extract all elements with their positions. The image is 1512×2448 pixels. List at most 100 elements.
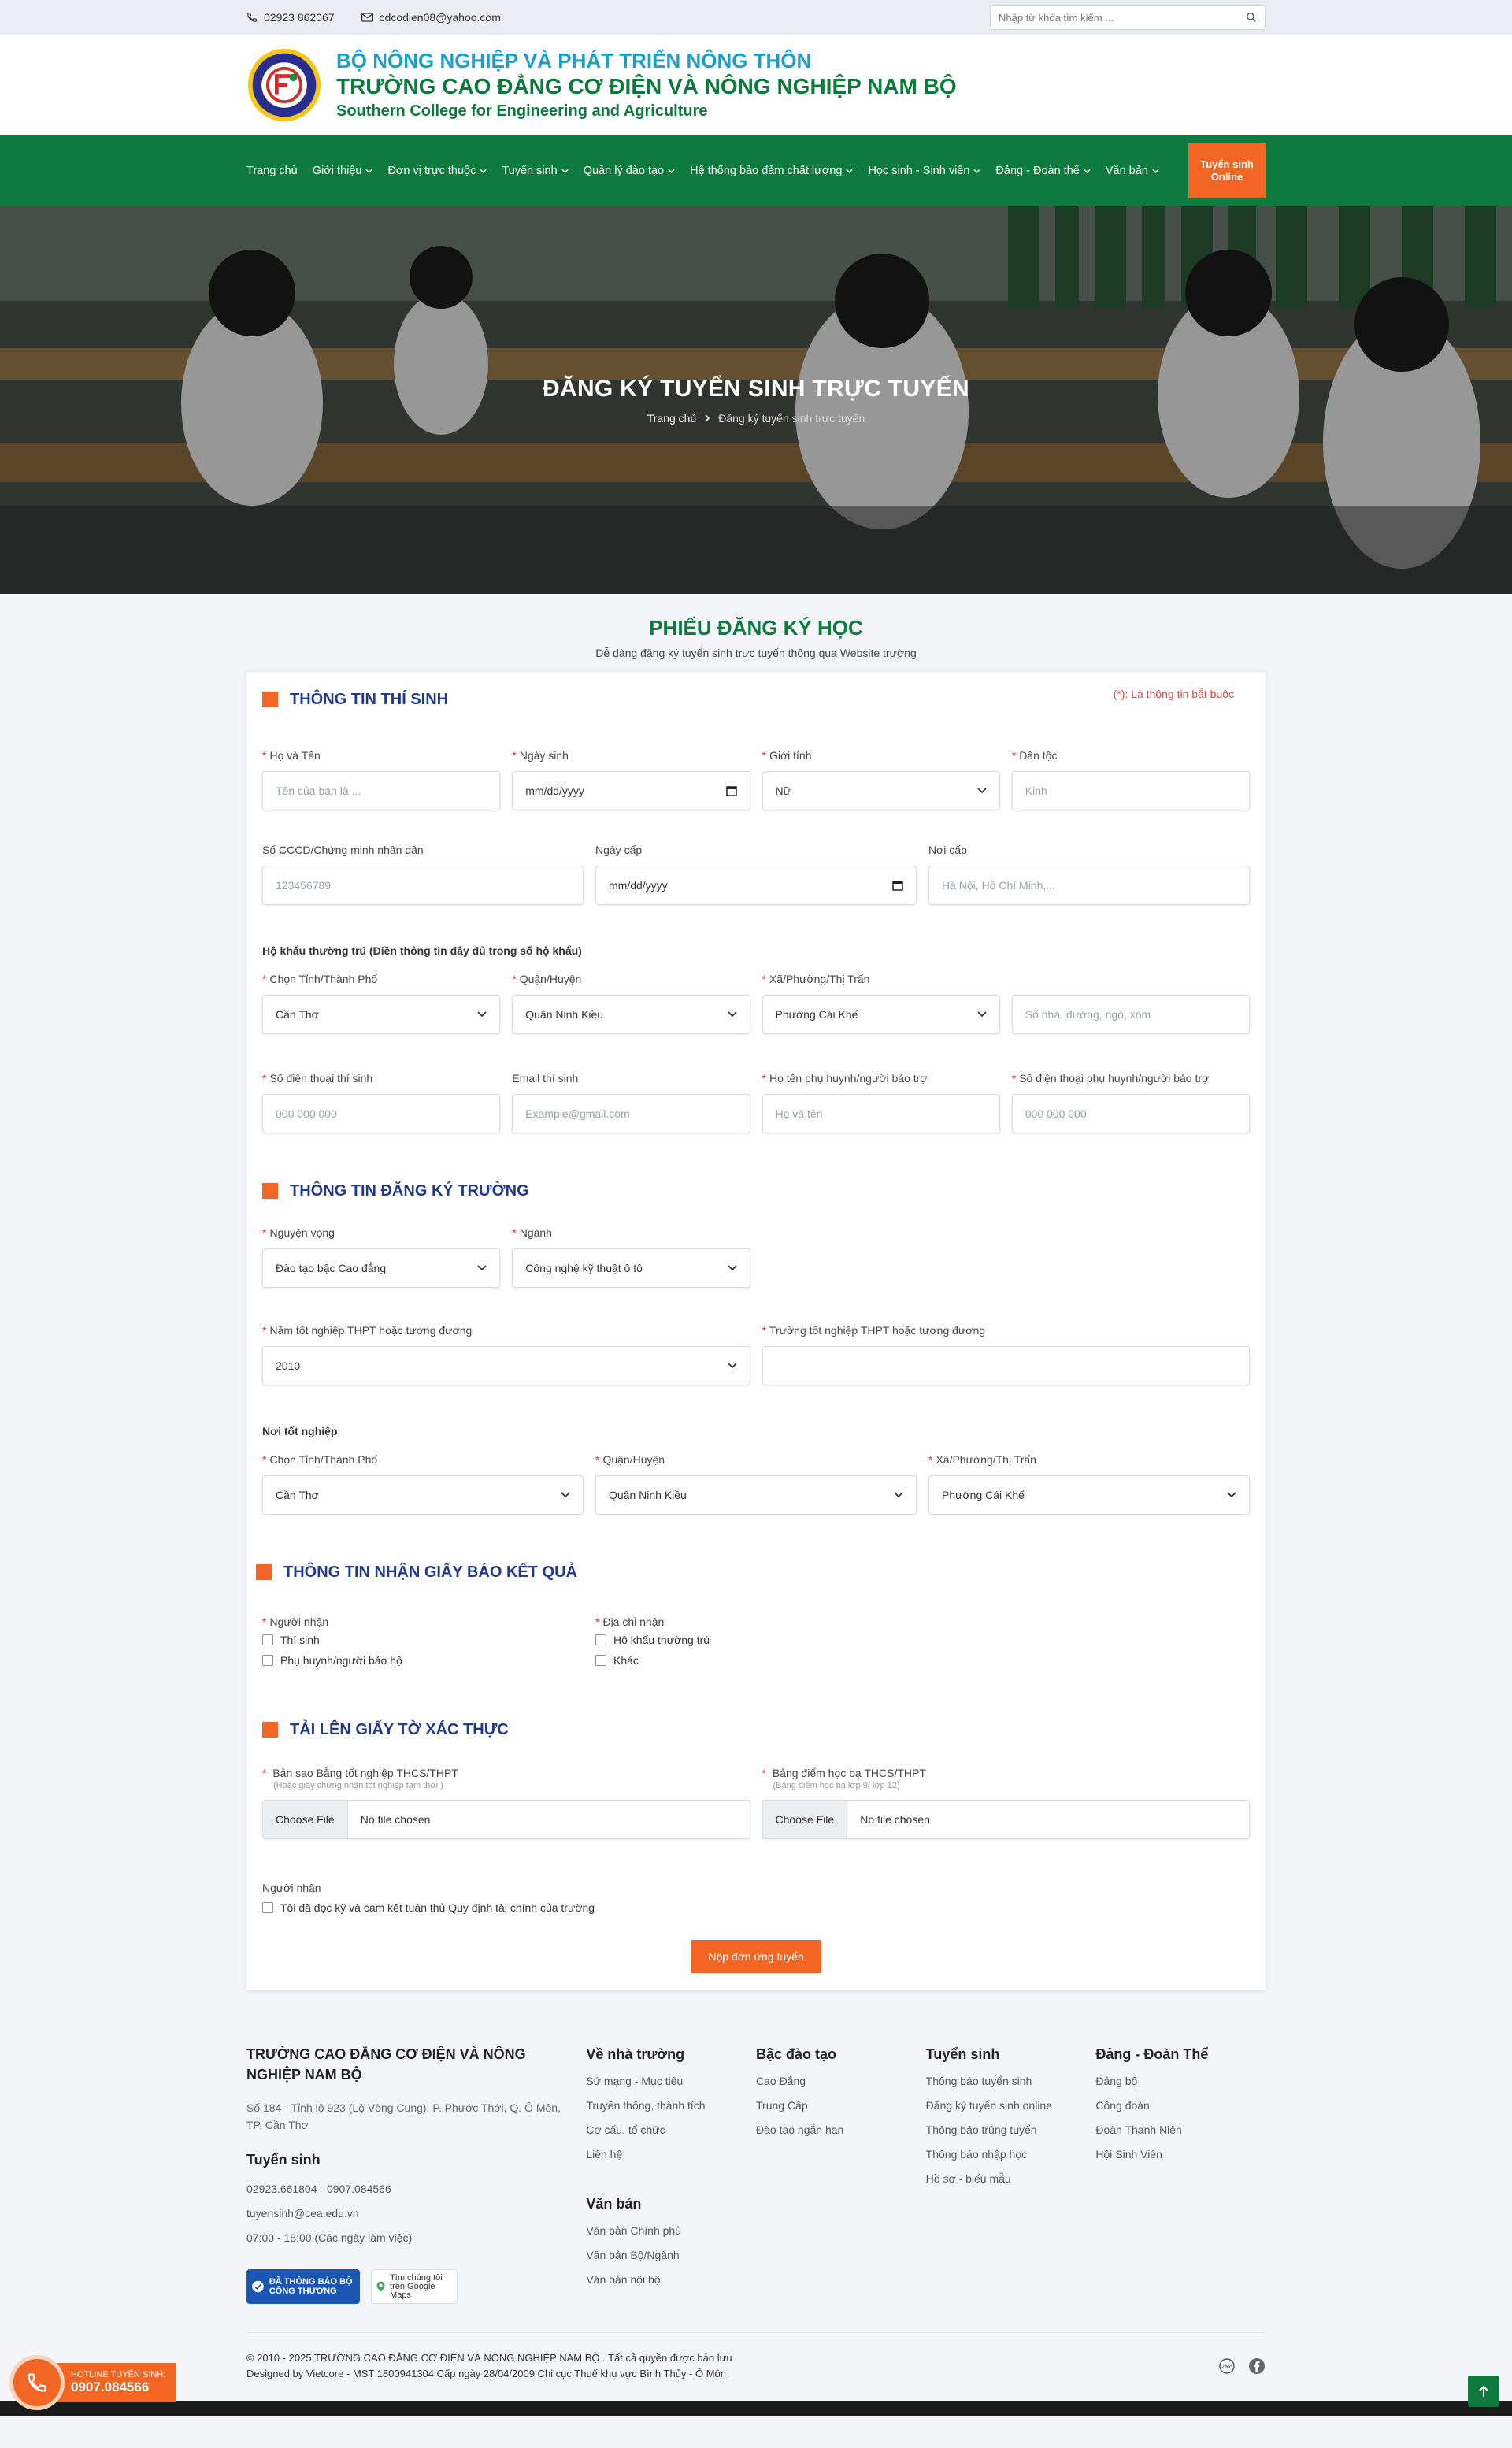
ethnic-input[interactable] bbox=[1025, 784, 1236, 797]
parent-phone-input[interactable] bbox=[1025, 1107, 1236, 1120]
checkbox-icon[interactable] bbox=[595, 1655, 606, 1666]
google-maps-badge[interactable]: Tìm chúng tôi trên Google Maps bbox=[371, 2269, 458, 2304]
hotline-button[interactable] bbox=[9, 2355, 65, 2410]
footer-link[interactable]: Thông báo trúng tuyển bbox=[926, 2122, 1096, 2138]
checkbox-icon[interactable] bbox=[595, 1634, 606, 1645]
footer-link[interactable]: Công đoàn bbox=[1095, 2097, 1266, 2113]
checkbox-permanent-address[interactable]: Hộ khẩu thường trú bbox=[595, 1630, 917, 1650]
chevron-down-icon bbox=[727, 1363, 737, 1369]
grad-year-select[interactable]: 2010 bbox=[262, 1346, 750, 1385]
school-name-english: Southern College for Engineering and Agr… bbox=[336, 102, 708, 120]
nav-item-7[interactable]: Đảng - Đoàn thể bbox=[995, 165, 1091, 177]
calendar-icon[interactable] bbox=[892, 880, 903, 891]
grad-school-input[interactable] bbox=[775, 1359, 1236, 1372]
grad-province-select[interactable]: Cần Thơ bbox=[262, 1475, 584, 1515]
row-receiver: * Người nhận Thí sinh Phụ huynh/người bảo… bbox=[262, 1614, 1250, 1671]
choose-file-button[interactable]: Choose File bbox=[263, 1801, 348, 1838]
online-admission-button[interactable]: Tuyển sinh Online bbox=[1188, 143, 1266, 198]
transcript-file-input[interactable]: Choose File No file chosen bbox=[762, 1800, 1250, 1839]
phone-icon bbox=[247, 13, 257, 22]
section-student-header: THÔNG TIN THÍ SINH (*): Là thông tin bắt… bbox=[262, 688, 1250, 711]
footer-address: Số 184 - Tỉnh lộ 923 (Lộ Vòng Cung), P. … bbox=[246, 2101, 561, 2131]
checkbox-icon[interactable] bbox=[262, 1902, 273, 1913]
checkbox-other-address[interactable]: Khác bbox=[595, 1650, 917, 1671]
ward-select[interactable]: Phường Cái Khế bbox=[762, 995, 1000, 1034]
footer-link[interactable]: Đoàn Thanh Niên bbox=[1095, 2122, 1266, 2138]
grad-district-select[interactable]: Quận Ninh Kiều bbox=[595, 1475, 917, 1515]
footer-link[interactable]: Văn bản Bộ/Ngành bbox=[586, 2247, 756, 2263]
footer-link[interactable]: Liên hệ bbox=[586, 2146, 756, 2162]
footer-email[interactable]: tuyensinh@cea.edu.vn bbox=[246, 2205, 586, 2221]
footer-col-title: Bậc đào tạo bbox=[756, 2046, 837, 2062]
hotline-widget[interactable]: HOTLINE TUYỂN SINH: 0907.084566 bbox=[9, 2355, 177, 2410]
district-select[interactable]: Quận Ninh Kiều bbox=[512, 995, 750, 1034]
footer-link[interactable]: Văn bản Chính phủ bbox=[586, 2223, 756, 2238]
search-input[interactable] bbox=[999, 11, 1246, 24]
name-input[interactable] bbox=[276, 784, 487, 797]
footer-link[interactable]: Hội Sinh Viên bbox=[1095, 2146, 1266, 2162]
choose-file-button[interactable]: Choose File bbox=[762, 1801, 848, 1838]
topbar-email[interactable]: cdcodien08@yahoo.com bbox=[361, 11, 501, 24]
school-logo-icon[interactable] bbox=[246, 47, 322, 123]
issue-date-input[interactable]: mm/dd/yyyy bbox=[595, 866, 917, 905]
nav-item-1[interactable]: Giới thiệu bbox=[313, 165, 373, 177]
zalo-icon[interactable]: Zalo bbox=[1217, 2357, 1237, 2375]
footer-link[interactable]: Đào tạo ngắn hạn bbox=[756, 2122, 926, 2138]
footer-link[interactable]: Hồ sơ - biểu mẫu bbox=[926, 2171, 1096, 2187]
nav-item-3[interactable]: Tuyển sinh bbox=[502, 165, 569, 177]
submit-application-button[interactable]: Nộp đơn ứng tuyển bbox=[691, 1940, 821, 1973]
footer-link[interactable]: Thông báo tuyển sinh bbox=[926, 2073, 1096, 2089]
ministry-badge[interactable]: ĐÃ THÔNG BÁO BỘ CÔNG THƯƠNG bbox=[246, 2269, 360, 2304]
checkbox-agreement[interactable]: Tôi đã đọc kỹ và cam kết tuân thủ Quy đị… bbox=[262, 1897, 1250, 1918]
email-input[interactable] bbox=[525, 1107, 737, 1120]
nav-item-8[interactable]: Văn bản bbox=[1106, 165, 1159, 177]
dob-input[interactable]: mm/dd/yyyy bbox=[512, 771, 750, 810]
check-badge-icon bbox=[252, 2280, 264, 2293]
id-input[interactable] bbox=[276, 879, 570, 892]
mail-icon bbox=[361, 13, 373, 22]
diploma-file-input[interactable]: Choose File No file chosen bbox=[262, 1800, 750, 1839]
gender-select[interactable]: Nữ bbox=[762, 771, 1000, 810]
footer-link[interactable]: Đăng ký tuyển sinh online bbox=[926, 2097, 1096, 2113]
hotline-number[interactable]: 0907.084566 bbox=[71, 2379, 165, 2395]
footer-link[interactable]: Thông báo nhập học bbox=[926, 2146, 1096, 2162]
checkbox-parent[interactable]: Phụ huynh/người bảo hộ bbox=[262, 1650, 584, 1671]
topbar-phone[interactable]: 02923 862067 bbox=[246, 11, 335, 24]
checkbox-icon[interactable] bbox=[262, 1655, 273, 1666]
nav-item-5[interactable]: Hệ thống bảo đảm chất lượng bbox=[690, 165, 854, 177]
grad-ward-select[interactable]: Phường Cái Khế bbox=[928, 1475, 1250, 1515]
name-field bbox=[262, 771, 501, 810]
calendar-icon[interactable] bbox=[725, 785, 737, 796]
major-select[interactable]: Công nghệ kỹ thuật ô tô bbox=[512, 1248, 750, 1288]
footer-admission-title: Tuyển sinh bbox=[246, 2152, 321, 2168]
chevron-down-icon bbox=[846, 169, 854, 173]
nav-item-label: Đơn vị trực thuộc bbox=[387, 165, 476, 177]
back-to-top-button[interactable] bbox=[1468, 2376, 1499, 2407]
nav-item-2[interactable]: Đơn vị trực thuộc bbox=[387, 165, 487, 177]
footer-link[interactable]: Trung Cấp bbox=[756, 2097, 926, 2113]
footer-phone[interactable]: 02923.661804 - 0907.084566 bbox=[246, 2181, 586, 2197]
parent-name-input[interactable] bbox=[775, 1107, 987, 1120]
footer-link[interactable]: Đảng bộ bbox=[1095, 2073, 1266, 2089]
search-icon[interactable] bbox=[1246, 12, 1257, 23]
footer-link[interactable]: Cao Đẳng bbox=[756, 2073, 926, 2089]
street-input[interactable] bbox=[1025, 1008, 1236, 1021]
footer-link[interactable]: Cơ cấu, tổ chức bbox=[586, 2122, 756, 2138]
checkbox-icon[interactable] bbox=[262, 1634, 273, 1645]
footer-link[interactable]: Sứ mạng - Mục tiêu bbox=[586, 2073, 756, 2089]
footer-link[interactable]: Truyền thống, thành tích bbox=[586, 2097, 756, 2113]
facebook-icon[interactable] bbox=[1248, 2357, 1266, 2375]
nav-item-6[interactable]: Học sinh - Sinh viên bbox=[868, 165, 981, 177]
footer-link[interactable]: Văn bản nội bộ bbox=[586, 2272, 756, 2287]
province-select[interactable]: Cần Thơ bbox=[262, 995, 501, 1034]
form-title: PHIẾU ĐĂNG KÝ HỌC bbox=[649, 616, 863, 640]
nav-item-0[interactable]: Trang chủ bbox=[246, 165, 298, 177]
label-address: * Địa chỉ nhận bbox=[595, 1615, 665, 1628]
wish-select[interactable]: Đào tạo bậc Cao đẳng bbox=[262, 1248, 501, 1288]
issue-place-input[interactable] bbox=[942, 879, 1236, 892]
phone-input[interactable] bbox=[276, 1107, 487, 1120]
breadcrumb-home-link[interactable]: Trang chủ bbox=[647, 412, 697, 425]
nav-item-4[interactable]: Quản lý đào tạo bbox=[584, 165, 675, 177]
checkbox-candidate[interactable]: Thí sinh bbox=[262, 1630, 584, 1650]
chevron-down-icon bbox=[727, 1011, 737, 1018]
